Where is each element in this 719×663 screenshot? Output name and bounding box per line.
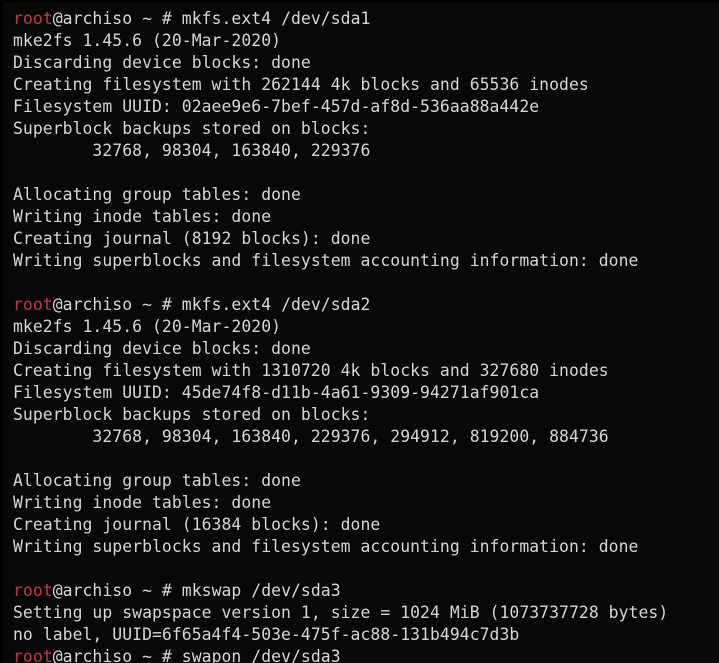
terminal-output-line: Writing inode tables: done [13,492,719,514]
terminal-output-text [13,559,23,578]
terminal-output-text: Creating journal (16384 blocks): done [13,515,381,534]
prompt-user: root [13,295,53,314]
prompt-user: root [13,9,53,28]
terminal-output-text: Discarding device blocks: done [13,53,311,72]
terminal-prompt-line: root@archiso ~ # mkfs.ext4 /dev/sda1 [13,8,719,30]
terminal-output-line: Creating journal (8192 blocks): done [13,228,719,250]
prompt-host-symbol: @archiso ~ # [52,581,182,600]
terminal-output-text: Writing superblocks and filesystem accou… [13,251,639,270]
terminal-output-text: Creating journal (8192 blocks): done [13,229,371,248]
terminal-output-line: Superblock backups stored on blocks: [13,118,719,140]
terminal-output-text: Writing superblocks and filesystem accou… [13,537,639,556]
terminal-output-text [13,449,23,468]
terminal-output-line: Superblock backups stored on blocks: [13,404,719,426]
terminal-output-line: Allocating group tables: done [13,184,719,206]
terminal-output-text: Setting up swapspace version 1, size = 1… [13,603,669,622]
terminal-output-text: Allocating group tables: done [13,471,301,490]
terminal-prompt-line: root@archiso ~ # swapon /dev/sda3 [13,646,719,663]
prompt-host-symbol: @archiso ~ # [52,295,182,314]
terminal-output-line: Creating filesystem with 1310720 4k bloc… [13,360,719,382]
terminal-output-line: Writing superblocks and filesystem accou… [13,250,719,272]
terminal-prompt-line: root@archiso ~ # mkswap /dev/sda3 [13,580,719,602]
terminal-output-text: Filesystem UUID: 45de74f8-d11b-4a61-9309… [13,383,540,402]
terminal-output-line: Discarding device blocks: done [13,52,719,74]
terminal-output-text [13,163,23,182]
prompt-user: root [13,581,53,600]
terminal-output-line: 32768, 98304, 163840, 229376, 294912, 81… [13,426,719,448]
terminal-output-text: 32768, 98304, 163840, 229376, 294912, 81… [13,427,609,446]
terminal-output-text [13,273,23,292]
terminal-prompt-line: root@archiso ~ # mkfs.ext4 /dev/sda2 [13,294,719,316]
terminal-output-line: Filesystem UUID: 02aee9e6-7bef-457d-af8d… [13,96,719,118]
terminal-output-line: Creating journal (16384 blocks): done [13,514,719,536]
terminal-output-line: Setting up swapspace version 1, size = 1… [13,602,719,624]
terminal-output-text: Writing inode tables: done [13,207,272,226]
terminal-output-text: Discarding device blocks: done [13,339,311,358]
terminal-command: mkfs.ext4 /dev/sda2 [181,295,371,314]
terminal-command: swapon /dev/sda3 [181,647,341,663]
terminal-output-text: Writing inode tables: done [13,493,272,512]
terminal-window[interactable]: root@archiso ~ # mkfs.ext4 /dev/sda1 mke2… [0,0,719,663]
terminal-output-line: Writing superblocks and filesystem accou… [13,536,719,558]
terminal-blank-line [13,558,719,580]
terminal-output-text: 32768, 98304, 163840, 229376 [13,141,371,160]
terminal-output-text: mke2fs 1.45.6 (20-Mar-2020) [13,317,282,336]
terminal-output-line: Discarding device blocks: done [13,338,719,360]
terminal-blank-line [13,162,719,184]
terminal-output-text: mke2fs 1.45.6 (20-Mar-2020) [13,31,282,50]
terminal-output-text: no label, UUID=6f65a4f4-503e-475f-ac88-1… [13,625,520,644]
terminal-blank-line [13,272,719,294]
terminal-output-line: Filesystem UUID: 45de74f8-d11b-4a61-9309… [13,382,719,404]
terminal-output-line: Writing inode tables: done [13,206,719,228]
terminal-output-text: Filesystem UUID: 02aee9e6-7bef-457d-af8d… [13,97,540,116]
terminal-command: mkfs.ext4 /dev/sda1 [181,9,371,28]
terminal-output-text: Allocating group tables: done [13,185,301,204]
terminal-output-line: no label, UUID=6f65a4f4-503e-475f-ac88-1… [13,624,719,646]
terminal-output-line: Creating filesystem with 262144 4k block… [13,74,719,96]
prompt-user: root [13,647,53,663]
terminal-output-text: Superblock backups stored on blocks: [13,119,371,138]
terminal-output-line: mke2fs 1.45.6 (20-Mar-2020) [13,30,719,52]
terminal-command: mkswap /dev/sda3 [181,581,341,600]
prompt-host-symbol: @archiso ~ # [52,9,182,28]
terminal-output-text: Superblock backups stored on blocks: [13,405,371,424]
prompt-host-symbol: @archiso ~ # [52,647,182,663]
terminal-blank-line [13,448,719,470]
terminal-output-text: Creating filesystem with 262144 4k block… [13,75,589,94]
terminal-output-line: mke2fs 1.45.6 (20-Mar-2020) [13,316,719,338]
terminal-output-text: Creating filesystem with 1310720 4k bloc… [13,361,609,380]
terminal-output-line: 32768, 98304, 163840, 229376 [13,140,719,162]
terminal-output-line: Allocating group tables: done [13,470,719,492]
